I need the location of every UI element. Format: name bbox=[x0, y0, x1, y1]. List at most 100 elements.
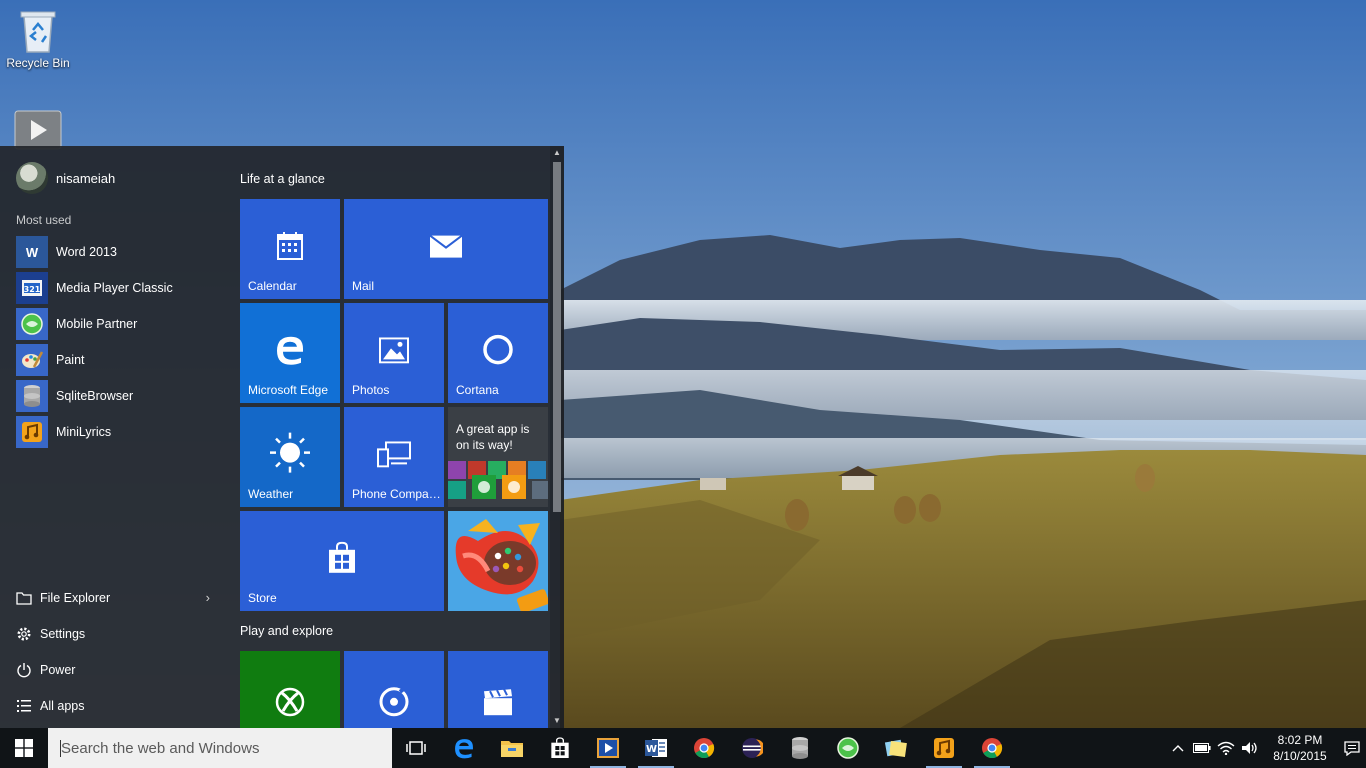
tile-label: Microsoft Edge bbox=[248, 383, 329, 397]
most-used-item-minilyrics[interactable]: MiniLyrics bbox=[16, 414, 226, 450]
action-center-icon[interactable] bbox=[1338, 728, 1366, 768]
tile-label: Mail bbox=[352, 279, 375, 293]
xbox-icon bbox=[275, 687, 305, 717]
task-view-button[interactable] bbox=[392, 728, 440, 768]
sticky-notes-icon bbox=[884, 739, 907, 758]
taskbar-sticky-notes[interactable] bbox=[872, 728, 920, 768]
word-icon: W bbox=[645, 739, 667, 757]
taskbar-minilyrics[interactable] bbox=[920, 728, 968, 768]
tile-weather[interactable]: Weather bbox=[240, 407, 340, 507]
list-item-label: Media Player Classic bbox=[56, 281, 173, 295]
tile-label: Phone Compa… bbox=[352, 487, 441, 501]
start-menu-bottom-list: File Explorer › Settings Power All apps bbox=[16, 580, 216, 724]
chrome-icon bbox=[694, 738, 715, 759]
most-used-item-mobile-partner[interactable]: Mobile Partner bbox=[16, 306, 226, 342]
taskbar-sqlitebrowser[interactable] bbox=[776, 728, 824, 768]
avatar bbox=[16, 162, 48, 194]
start-button[interactable] bbox=[0, 728, 48, 768]
system-tray: 8:02 PM 8/10/2015 bbox=[1166, 728, 1366, 768]
most-used-item-paint[interactable]: Paint bbox=[16, 342, 226, 378]
svg-text:321: 321 bbox=[24, 285, 41, 294]
candy-crush-icon bbox=[448, 511, 548, 611]
phone-companion-icon bbox=[377, 441, 411, 468]
tile-groove-music[interactable] bbox=[344, 651, 444, 728]
paint-icon bbox=[16, 344, 48, 376]
taskbar-file-explorer[interactable] bbox=[488, 728, 536, 768]
taskbar-clock[interactable]: 8:02 PM 8/10/2015 bbox=[1262, 732, 1338, 764]
most-used-heading: Most used bbox=[16, 213, 72, 227]
chrome-2-icon bbox=[982, 738, 1003, 759]
start-menu-app-list: nisameiah Most used W Word 2013 321 Medi… bbox=[0, 146, 230, 728]
most-used-item-sqlitebrowser[interactable]: SqliteBrowser bbox=[16, 378, 226, 414]
taskbar-chrome[interactable] bbox=[680, 728, 728, 768]
scrollbar-thumb[interactable] bbox=[553, 162, 561, 512]
folder-icon bbox=[16, 590, 32, 606]
tile-movies-tv[interactable] bbox=[448, 651, 548, 728]
tile-candy-crush[interactable] bbox=[448, 511, 548, 611]
scroll-up-arrow-icon[interactable]: ▲ bbox=[550, 146, 564, 160]
volume-icon[interactable] bbox=[1238, 728, 1262, 768]
tile-xbox[interactable] bbox=[240, 651, 340, 728]
clock-time: 8:02 PM bbox=[1277, 733, 1323, 747]
taskbar: W bbox=[0, 728, 1366, 768]
chevron-right-icon[interactable]: › bbox=[206, 590, 210, 605]
desktop-icon-label: Recycle Bin bbox=[6, 56, 70, 70]
tile-label: Weather bbox=[248, 487, 294, 501]
most-used-item-word-2013[interactable]: W Word 2013 bbox=[16, 234, 226, 270]
tile-calendar[interactable]: Calendar bbox=[240, 199, 340, 299]
most-used-item-media-player-classic[interactable]: 321 Media Player Classic bbox=[16, 270, 226, 306]
taskbar-edge[interactable] bbox=[440, 728, 488, 768]
media-player-icon bbox=[14, 110, 62, 150]
taskbar-eclipse[interactable] bbox=[728, 728, 776, 768]
media-player-classic-icon: 321 bbox=[16, 272, 48, 304]
tile-microsoft-edge[interactable]: Microsoft Edge bbox=[240, 303, 340, 403]
user-account[interactable]: nisameiah bbox=[16, 162, 115, 194]
tile-app-promo[interactable]: A great app is on its way! bbox=[448, 407, 548, 507]
tile-label: Calendar bbox=[248, 279, 297, 293]
tile-group-title-play: Play and explore bbox=[240, 624, 334, 638]
search-box[interactable] bbox=[48, 728, 392, 768]
taskbar-mobile-partner[interactable] bbox=[824, 728, 872, 768]
tile-cortana[interactable]: Cortana bbox=[448, 303, 548, 403]
tile-group-title-life: Life at a glance bbox=[240, 172, 325, 186]
sqlitebrowser-icon bbox=[792, 737, 808, 759]
recycle-bin-icon bbox=[20, 11, 56, 53]
eclipse-icon bbox=[742, 738, 763, 758]
tile-photos[interactable]: Photos bbox=[344, 303, 444, 403]
settings-item[interactable]: Settings bbox=[16, 616, 216, 652]
desktop-icon-recycle-bin[interactable]: Recycle Bin bbox=[0, 6, 76, 70]
taskbar-media-player-classic[interactable] bbox=[584, 728, 632, 768]
taskbar-apps: W bbox=[392, 728, 1016, 768]
list-item-label: SqliteBrowser bbox=[56, 389, 134, 403]
edge-icon bbox=[277, 336, 303, 365]
wifi-icon[interactable] bbox=[1214, 728, 1238, 768]
gear-icon bbox=[16, 626, 32, 642]
battery-icon[interactable] bbox=[1190, 728, 1214, 768]
list-item-label: Power bbox=[40, 663, 76, 677]
taskbar-chrome-2[interactable] bbox=[968, 728, 1016, 768]
list-item-label: Mobile Partner bbox=[56, 317, 138, 331]
file-explorer-item[interactable]: File Explorer › bbox=[16, 580, 216, 616]
calendar-icon bbox=[277, 232, 303, 260]
file-explorer-icon bbox=[501, 741, 523, 757]
tile-mail[interactable]: Mail bbox=[344, 199, 548, 299]
taskbar-store[interactable] bbox=[536, 728, 584, 768]
movies-tv-icon bbox=[484, 688, 512, 716]
cortana-icon bbox=[483, 334, 513, 365]
minilyrics-icon bbox=[934, 738, 954, 758]
power-item[interactable]: Power bbox=[16, 652, 216, 688]
scroll-down-arrow-icon[interactable]: ▼ bbox=[550, 714, 564, 728]
tile-phone-companion[interactable]: Phone Compa… bbox=[344, 407, 444, 507]
all-apps-item[interactable]: All apps bbox=[16, 688, 216, 724]
start-menu-scrollbar[interactable]: ▲ ▼ bbox=[550, 146, 564, 728]
mobile-partner-icon bbox=[16, 308, 48, 340]
minilyrics-icon bbox=[16, 416, 48, 448]
tile-store[interactable]: Store bbox=[240, 511, 444, 611]
show-hidden-icons-chevron-up-icon[interactable] bbox=[1166, 728, 1190, 768]
most-used-list: W Word 2013 321 Media Player Classic Mob… bbox=[16, 234, 226, 450]
groove-music-icon bbox=[379, 687, 409, 717]
search-input[interactable] bbox=[60, 739, 380, 757]
sun-icon bbox=[270, 432, 310, 473]
taskbar-word[interactable]: W bbox=[632, 728, 680, 768]
edge-icon bbox=[455, 739, 473, 759]
